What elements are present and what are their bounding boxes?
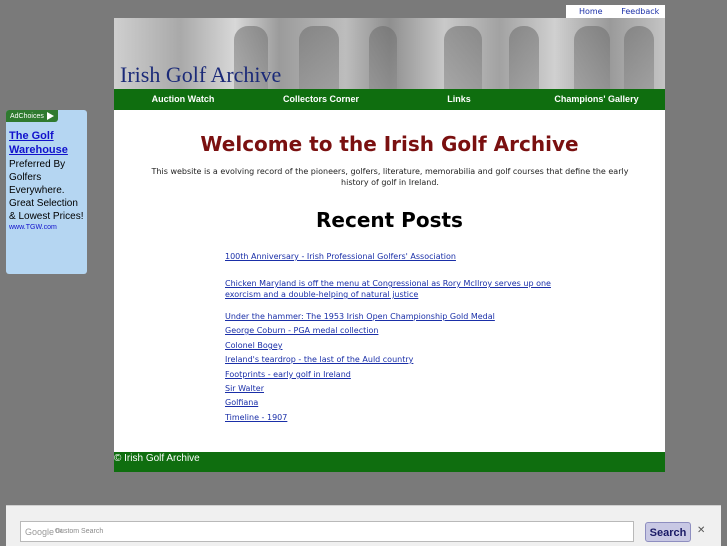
close-icon[interactable]: ✕	[697, 525, 705, 536]
site-header: Irish Golf Archive	[114, 18, 665, 89]
header-photo-figure	[624, 26, 654, 89]
post-link[interactable]: Golfiana	[225, 397, 555, 408]
post-link[interactable]: Chicken Maryland is off the menu at Cong…	[225, 278, 555, 300]
post-link[interactable]: Footprints - early golf in Ireland	[225, 369, 555, 380]
header-photo-figure	[299, 26, 339, 89]
site-footer: © Irish Golf Archive	[114, 452, 665, 472]
top-links: Home Feedback	[566, 5, 665, 19]
nav-champions-gallery[interactable]: Champions' Gallery	[528, 89, 665, 110]
adchoices-badge[interactable]: AdChoices	[6, 110, 59, 122]
search-input[interactable]: Google™ Custom Search	[20, 521, 634, 542]
header-photo-figure	[444, 26, 482, 89]
adchoices-triangle-icon	[47, 111, 55, 120]
search-bar: Google™ Custom Search Search ✕	[6, 505, 721, 546]
page-title: Welcome to the Irish Golf Archive	[200, 132, 579, 156]
header-photo-figure	[574, 26, 610, 89]
header-photo-figure	[509, 26, 539, 89]
site-title[interactable]: Irish Golf Archive	[120, 62, 281, 88]
post-link[interactable]: Timeline - 1907	[225, 412, 555, 423]
ad-url[interactable]: www.TGW.com	[9, 224, 57, 231]
post-link[interactable]: Sir Walter	[225, 383, 555, 394]
search-placeholder: Custom Search	[55, 528, 104, 535]
ad-text: Preferred By Golfers Everywhere. Great S…	[9, 159, 84, 222]
nav-auction-watch[interactable]: Auction Watch	[114, 89, 252, 110]
main-nav: Auction Watch Collectors Corner Links Ch…	[114, 89, 665, 110]
intro-text: This website is a evolving record of the…	[151, 167, 629, 187]
recent-posts-heading: Recent Posts	[316, 208, 463, 232]
post-link[interactable]: George Coburn - PGA medal collection	[225, 325, 555, 336]
ad-block[interactable]: AdChoices The Golf Warehouse Preferred B…	[6, 110, 87, 274]
copyright-text: © Irish Golf Archive	[114, 453, 200, 464]
nav-links[interactable]: Links	[390, 89, 528, 110]
main-content: Welcome to the Irish Golf Archive This w…	[114, 110, 665, 452]
ad-title[interactable]: The Golf Warehouse	[9, 129, 85, 157]
adchoices-label: AdChoices	[10, 113, 44, 120]
search-button[interactable]: Search	[645, 522, 691, 542]
post-link[interactable]: Ireland's teardrop - the last of the Aul…	[225, 354, 555, 365]
post-link[interactable]: Under the hammer: The 1953 Irish Open Ch…	[225, 311, 555, 322]
post-link[interactable]: 100th Anniversary - Irish Professional G…	[225, 251, 555, 262]
home-link[interactable]: Home	[566, 5, 616, 19]
feedback-link[interactable]: Feedback	[616, 5, 666, 19]
header-photo-figure	[369, 26, 397, 89]
post-link[interactable]: Colonel Bogey	[225, 340, 555, 351]
nav-collectors-corner[interactable]: Collectors Corner	[252, 89, 390, 110]
